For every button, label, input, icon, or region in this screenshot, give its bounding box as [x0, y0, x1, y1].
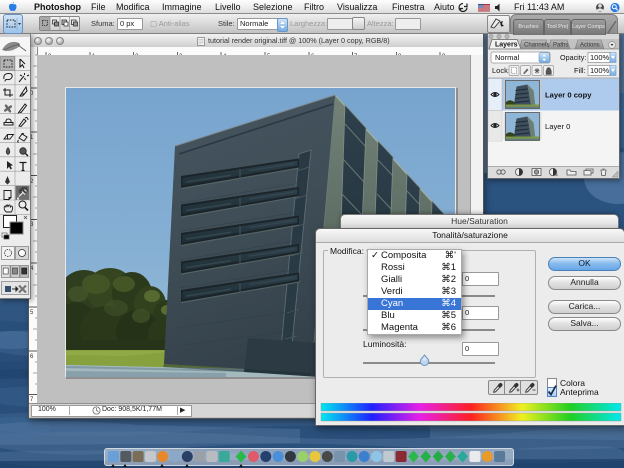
svg-text:Channels: Channels	[524, 42, 549, 48]
svg-text:Paths: Paths	[553, 42, 568, 48]
svg-text:Layer 0: Layer 0	[545, 122, 570, 131]
svg-text:100%: 100%	[590, 53, 610, 62]
svg-text:Actions: Actions	[580, 42, 600, 48]
svg-text:Normal: Normal	[495, 53, 520, 62]
svg-text:Opacity:: Opacity:	[560, 53, 586, 62]
svg-text:Layers: Layers	[495, 41, 518, 48]
svg-text:Lock:: Lock:	[492, 66, 510, 75]
svg-text:100%: 100%	[590, 66, 610, 75]
svg-text:Fill:: Fill:	[574, 66, 586, 75]
svg-text:Layer 0 copy: Layer 0 copy	[545, 91, 592, 100]
